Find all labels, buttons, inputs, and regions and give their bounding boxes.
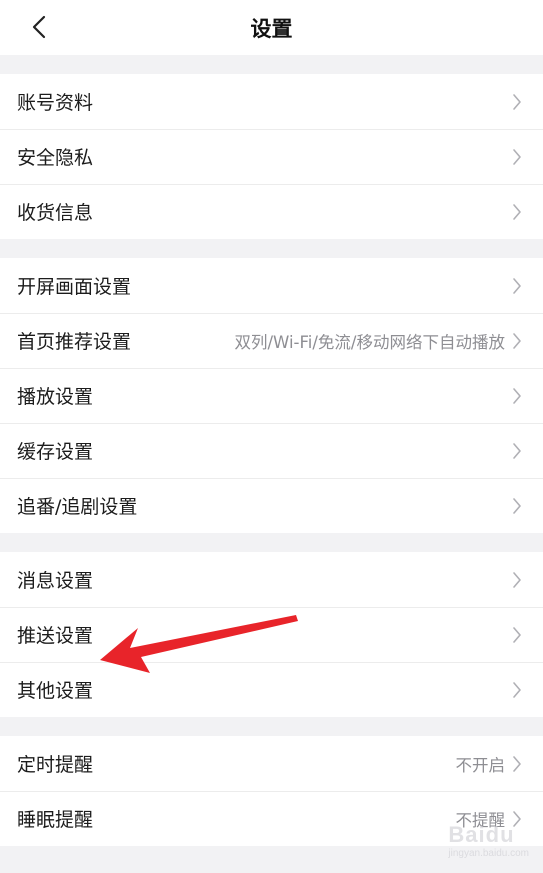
top-bar: 设置 xyxy=(0,0,543,55)
section-divider xyxy=(0,717,543,736)
section-divider xyxy=(0,533,543,552)
settings-item-security-privacy[interactable]: 安全隐私 xyxy=(0,129,543,184)
settings-item-value: 双列/Wi-Fi/免流/移动网络下自动播放 xyxy=(234,332,505,352)
baidu-watermark: Baidu jingyan.baidu.com xyxy=(448,822,529,859)
settings-item-label: 播放设置 xyxy=(17,386,94,408)
settings-group-playback: 开屏画面设置 首页推荐设置 双列/Wi-Fi/免流/移动网络下自动播放 播放设置… xyxy=(0,258,543,533)
chevron-right-icon xyxy=(511,754,523,774)
watermark-brand: Baidu xyxy=(448,822,515,847)
watermark-sub: jingyan.baidu.com xyxy=(448,848,529,859)
chevron-right-icon xyxy=(511,496,523,516)
settings-item-shipping-info[interactable]: 收货信息 xyxy=(0,184,543,239)
settings-item-account-profile[interactable]: 账号资料 xyxy=(0,74,543,129)
settings-item-timer-reminder[interactable]: 定时提醒 不开启 xyxy=(0,736,543,791)
settings-item-label: 首页推荐设置 xyxy=(17,331,132,353)
section-divider xyxy=(0,239,543,258)
chevron-right-icon xyxy=(511,276,523,296)
chevron-left-icon xyxy=(32,15,46,39)
settings-item-label: 收货信息 xyxy=(17,202,94,224)
chevron-right-icon xyxy=(511,680,523,700)
chevron-right-icon xyxy=(511,625,523,645)
settings-item-label: 开屏画面设置 xyxy=(17,276,132,298)
chevron-right-icon xyxy=(511,92,523,112)
chevron-right-icon xyxy=(511,202,523,222)
chevron-right-icon xyxy=(511,386,523,406)
settings-item-label: 定时提醒 xyxy=(17,754,94,776)
settings-item-label: 账号资料 xyxy=(17,92,94,114)
section-divider xyxy=(0,55,543,74)
settings-item-messages[interactable]: 消息设置 xyxy=(0,552,543,607)
page-title: 设置 xyxy=(250,16,293,41)
chevron-right-icon xyxy=(511,570,523,590)
settings-item-push[interactable]: 推送设置 xyxy=(0,607,543,662)
settings-item-cache[interactable]: 缓存设置 xyxy=(0,423,543,478)
settings-item-playback[interactable]: 播放设置 xyxy=(0,368,543,423)
chevron-right-icon xyxy=(511,331,523,351)
settings-item-value: 不开启 xyxy=(455,755,506,775)
settings-item-label: 安全隐私 xyxy=(17,147,94,169)
settings-item-label: 其他设置 xyxy=(17,680,94,702)
settings-group-account: 账号资料 安全隐私 收货信息 xyxy=(0,74,543,239)
settings-item-home-recommend[interactable]: 首页推荐设置 双列/Wi-Fi/免流/移动网络下自动播放 xyxy=(0,313,543,368)
chevron-right-icon xyxy=(511,147,523,167)
settings-item-label: 缓存设置 xyxy=(17,441,94,463)
settings-item-label: 消息设置 xyxy=(17,570,94,592)
settings-item-label: 推送设置 xyxy=(17,625,94,647)
settings-group-notifications: 消息设置 推送设置 其他设置 xyxy=(0,552,543,717)
back-button[interactable] xyxy=(22,10,56,44)
settings-item-follow-series[interactable]: 追番/追剧设置 xyxy=(0,478,543,533)
settings-item-splash-screen[interactable]: 开屏画面设置 xyxy=(0,258,543,313)
settings-item-label: 追番/追剧设置 xyxy=(17,496,138,518)
settings-item-label: 睡眠提醒 xyxy=(17,809,94,831)
chevron-right-icon xyxy=(511,441,523,461)
settings-item-other[interactable]: 其他设置 xyxy=(0,662,543,717)
